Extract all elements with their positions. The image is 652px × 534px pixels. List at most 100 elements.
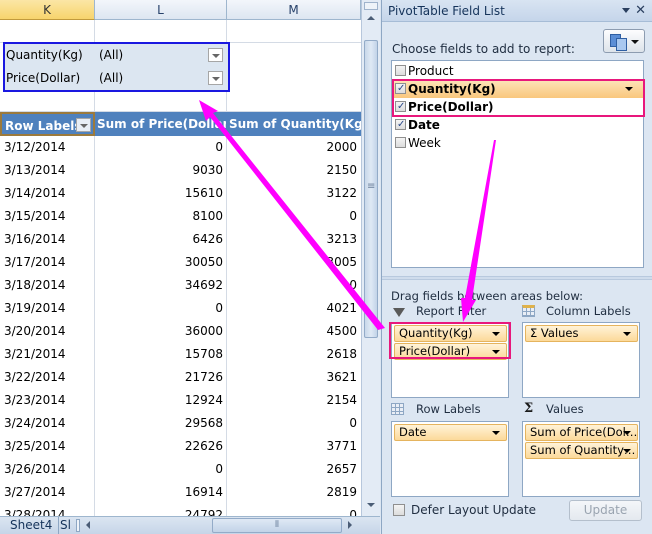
sum-quantity-cell[interactable]: 4021 (326, 297, 357, 320)
row-date-cell[interactable]: 3/26/2014 (4, 458, 66, 481)
column-chip-values[interactable]: Σ Values (525, 325, 638, 342)
field-product[interactable]: Product (392, 62, 643, 80)
sum-quantity-cell[interactable]: 0 (349, 274, 357, 297)
row-date-cell[interactable]: 3/18/2014 (4, 274, 66, 297)
column-header-k[interactable]: K (0, 0, 95, 20)
sum-price-cell[interactable]: 34692 (185, 274, 223, 297)
horizontal-scroll-thumb[interactable]: ⦀ (212, 518, 342, 533)
table-row[interactable]: 3/17/2014 30050 3005 (0, 251, 361, 274)
sum-quantity-cell[interactable]: 0 (349, 205, 357, 228)
field-date[interactable]: Date (392, 116, 643, 134)
sum-price-cell[interactable]: 15610 (185, 182, 223, 205)
table-row[interactable]: 3/21/2014 15708 2618 (0, 343, 361, 366)
sum-quantity-cell[interactable]: 2657 (326, 458, 357, 481)
field-dropdown-icon[interactable] (625, 87, 633, 91)
sheet-tab-sheet4[interactable]: Sheet4 (4, 517, 60, 534)
row-date-cell[interactable]: 3/25/2014 (4, 435, 66, 458)
row-chip-date[interactable]: Date (394, 424, 507, 441)
chip-dropdown-icon[interactable] (623, 431, 631, 435)
field-checkbox[interactable] (395, 65, 406, 76)
table-row[interactable]: 3/19/2014 0 4021 (0, 297, 361, 320)
table-row[interactable]: 3/13/2014 9030 2150 (0, 159, 361, 182)
table-row[interactable]: 3/16/2014 6426 3213 (0, 228, 361, 251)
row-date-cell[interactable]: 3/22/2014 (4, 366, 66, 389)
row-date-cell[interactable]: 3/24/2014 (4, 412, 66, 435)
row-labels-box[interactable]: Date (391, 421, 509, 497)
sum-price-header[interactable]: Sum of Price(Dollar) (97, 112, 226, 136)
table-row[interactable]: 3/22/2014 21726 3621 (0, 366, 361, 389)
chip-dropdown-icon[interactable] (492, 350, 500, 354)
table-row[interactable]: 3/14/2014 15610 3122 (0, 182, 361, 205)
sum-price-cell[interactable]: 0 (215, 297, 223, 320)
table-row[interactable]: 3/12/2014 0 2000 (0, 136, 361, 159)
filter-dropdown-button[interactable] (208, 71, 223, 85)
scroll-left-arrow-icon[interactable] (86, 521, 90, 529)
field-checkbox[interactable] (395, 137, 406, 148)
sum-quantity-header[interactable]: Sum of Quantity(Kg) (229, 112, 368, 136)
row-date-cell[interactable]: 3/13/2014 (4, 159, 66, 182)
sum-price-cell[interactable]: 16914 (185, 481, 223, 504)
sum-price-cell[interactable]: 0 (215, 458, 223, 481)
table-row[interactable]: 3/26/2014 0 2657 (0, 458, 361, 481)
scroll-right-arrow-icon[interactable] (348, 521, 352, 529)
values-box[interactable]: Sum of Price(Dol… Sum of Quantity… (522, 421, 640, 497)
field-week[interactable]: Week (392, 134, 643, 152)
pane-options-dropdown-icon[interactable] (622, 8, 630, 13)
report-filter-box[interactable]: Quantity(Kg) Price(Dollar) (391, 322, 509, 398)
column-labels-box[interactable]: Σ Values (522, 322, 640, 398)
table-row[interactable]: 3/25/2014 22626 3771 (0, 435, 361, 458)
tab-split-handle[interactable] (76, 519, 80, 532)
row-labels-header-cell[interactable]: Row Labels (0, 112, 95, 136)
scroll-down-arrow-icon[interactable] (364, 498, 378, 512)
table-row[interactable]: 3/24/2014 29568 0 (0, 412, 361, 435)
chip-dropdown-icon[interactable] (492, 431, 500, 435)
vertical-scroll-thumb[interactable] (364, 40, 378, 338)
sum-price-cell[interactable]: 6426 (192, 228, 223, 251)
sum-quantity-cell[interactable]: 2154 (326, 389, 357, 412)
table-row[interactable]: 3/15/2014 8100 0 (0, 205, 361, 228)
sum-quantity-cell[interactable]: 3621 (326, 366, 357, 389)
defer-layout-checkbox[interactable] (393, 504, 405, 516)
row-date-cell[interactable]: 3/27/2014 (4, 481, 66, 504)
sum-quantity-cell[interactable]: 3213 (326, 228, 357, 251)
row-date-cell[interactable]: 3/20/2014 (4, 320, 66, 343)
vertical-scrollbar[interactable] (361, 0, 380, 516)
sum-price-cell[interactable]: 9030 (192, 159, 223, 182)
field-checkbox[interactable] (395, 80, 406, 98)
chip-dropdown-icon[interactable] (623, 332, 631, 336)
pane-splitter[interactable] (382, 276, 652, 280)
sum-quantity-cell[interactable]: 2150 (326, 159, 357, 182)
row-date-cell[interactable]: 3/14/2014 (4, 182, 66, 205)
sum-quantity-cell[interactable]: 3122 (326, 182, 357, 205)
sum-quantity-cell[interactable]: 2000 (326, 136, 357, 159)
row-date-cell[interactable]: 3/15/2014 (4, 205, 66, 228)
row-date-cell[interactable]: 3/23/2014 (4, 389, 66, 412)
update-button[interactable]: Update (569, 500, 642, 521)
sum-quantity-cell[interactable]: 3005 (326, 251, 357, 274)
table-row[interactable]: 3/18/2014 34692 0 (0, 274, 361, 297)
sum-quantity-cell[interactable]: 2618 (326, 343, 357, 366)
sum-quantity-cell[interactable]: 3771 (326, 435, 357, 458)
filter-dropdown-button[interactable] (208, 48, 223, 62)
row-date-cell[interactable]: 3/21/2014 (4, 343, 66, 366)
sum-price-cell[interactable]: 15708 (185, 343, 223, 366)
table-row[interactable]: 3/20/2014 36000 4500 (0, 320, 361, 343)
column-header-l[interactable]: L (95, 0, 227, 20)
sum-price-cell[interactable]: 8100 (192, 205, 223, 228)
sum-quantity-cell[interactable]: 2819 (326, 481, 357, 504)
row-date-cell[interactable]: 3/12/2014 (4, 136, 66, 159)
sum-price-cell[interactable]: 21726 (185, 366, 223, 389)
chip-dropdown-icon[interactable] (492, 332, 500, 336)
filter-chip-price[interactable]: Price(Dollar) (394, 343, 507, 360)
table-row[interactable]: 3/27/2014 16914 2819 (0, 481, 361, 504)
close-icon[interactable]: ✕ (635, 0, 646, 22)
sum-price-cell[interactable]: 30050 (185, 251, 223, 274)
row-date-cell[interactable]: 3/19/2014 (4, 297, 66, 320)
row-labels-dropdown-button[interactable] (76, 118, 91, 132)
chip-dropdown-icon[interactable] (623, 449, 631, 453)
sum-quantity-cell[interactable]: 4500 (326, 320, 357, 343)
row-date-cell[interactable]: 3/17/2014 (4, 251, 66, 274)
sum-price-cell[interactable]: 22626 (185, 435, 223, 458)
filter-chip-quantity[interactable]: Quantity(Kg) (394, 325, 507, 342)
column-header-m[interactable]: M (227, 0, 361, 20)
